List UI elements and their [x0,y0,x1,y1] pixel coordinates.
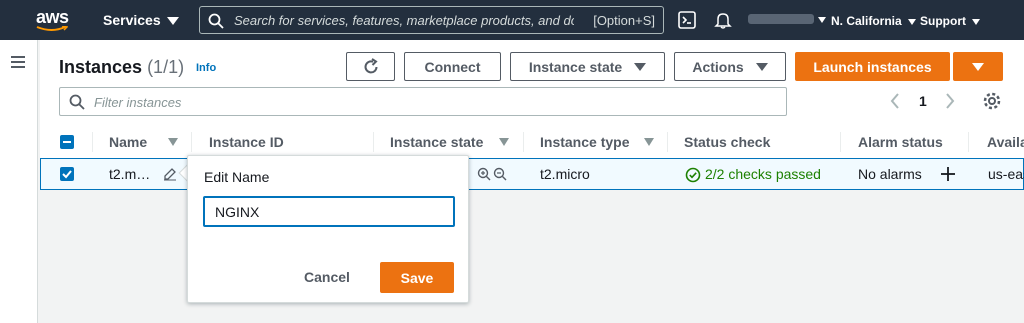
row-status-check: 2/2 checks passed [705,166,821,182]
page-title: Instances (1/1) [59,57,185,77]
region-selector[interactable]: N. California [831,14,916,28]
menu-hamburger-icon[interactable] [11,56,25,71]
zoom-in-icon[interactable] [477,167,491,181]
info-link[interactable]: Info [196,62,216,74]
page-number[interactable]: 1 [919,93,927,109]
add-alarm-plus-icon[interactable] [940,166,956,182]
row-name: t2.m… [109,166,151,182]
column-header-availability-zone[interactable]: Availability Zone [987,134,1024,150]
refresh-button[interactable] [346,52,395,81]
table-header: Name Instance ID Instance state Instance… [40,128,1024,156]
save-label: Save [400,269,434,286]
services-label: Services [103,12,161,28]
column-header-alarm-status[interactable]: Alarm status [858,134,943,150]
popover-title: Edit Name [204,169,270,185]
connect-button[interactable]: Connect [404,52,501,81]
notifications-bell-icon[interactable] [714,11,732,29]
search-icon [69,94,85,110]
actions-label: Actions [692,58,744,75]
chevron-down-icon [634,62,647,71]
edit-name-popover: Edit Name Cancel Save [187,155,469,303]
chevron-down-icon [972,62,984,71]
instance-count: (1/1) [147,57,185,77]
launch-label: Launch instances [813,58,932,75]
search-shortcut: [Option+S] [593,13,655,28]
column-header-name[interactable]: Name [109,134,147,150]
chevron-down-icon [972,18,980,25]
support-label: Support [920,14,966,28]
global-search[interactable]: Search for services, features, marketpla… [199,6,664,34]
checkmark-icon [62,170,72,179]
sidebar [0,40,38,323]
global-search-placeholder: Search for services, features, marketpla… [234,13,574,28]
aws-smile-icon [36,26,68,31]
actions-button[interactable]: Actions [674,52,786,81]
row-availability-zone: us-eas [988,166,1024,182]
filter-placeholder: Filter instances [94,95,182,110]
row-instance-type: t2.micro [540,166,590,182]
chevron-down-icon [166,17,179,26]
sort-icon[interactable] [499,138,509,146]
select-all-checkbox[interactable] [60,135,74,149]
refresh-icon [364,57,378,73]
name-input[interactable] [203,196,455,227]
gear-icon[interactable] [982,91,1002,111]
sort-icon[interactable] [168,138,178,146]
column-header-instance-type[interactable]: Instance type [540,134,629,150]
search-icon [208,13,224,29]
row-alarm-status: No alarms [858,166,922,182]
chevron-down-icon [755,62,768,71]
edit-pencil-icon[interactable] [163,167,177,181]
zoom-out-icon[interactable] [493,167,507,181]
chevron-left-icon[interactable] [889,92,901,110]
chevron-down-icon [907,18,916,25]
launch-instances-button[interactable]: Launch instances [795,52,950,81]
column-header-instance-state[interactable]: Instance state [390,134,483,150]
connect-label: Connect [424,58,481,75]
save-button[interactable]: Save [380,262,454,293]
cloudshell-icon[interactable] [678,11,696,29]
sort-icon[interactable] [644,138,654,146]
services-menu[interactable]: Services [103,12,179,28]
column-header-instance-id[interactable]: Instance ID [209,134,284,150]
launch-options-dropdown[interactable] [953,52,1003,81]
chevron-right-icon[interactable] [944,92,956,110]
check-circle-icon [685,167,701,183]
column-header-status-check[interactable]: Status check [684,134,770,150]
row-checkbox[interactable] [60,167,74,181]
account-chevron-icon [818,17,826,23]
cancel-button[interactable]: Cancel [304,269,350,285]
instance-state-label: Instance state [528,58,623,75]
region-label: N. California [831,14,902,28]
top-navigation: aws Services Search for services, featur… [0,0,1024,40]
filter-input[interactable]: Filter instances [59,87,787,116]
account-menu-redacted[interactable] [748,14,814,24]
instance-state-button[interactable]: Instance state [510,52,665,81]
aws-logo[interactable]: aws [36,7,69,28]
support-menu[interactable]: Support [920,14,980,28]
